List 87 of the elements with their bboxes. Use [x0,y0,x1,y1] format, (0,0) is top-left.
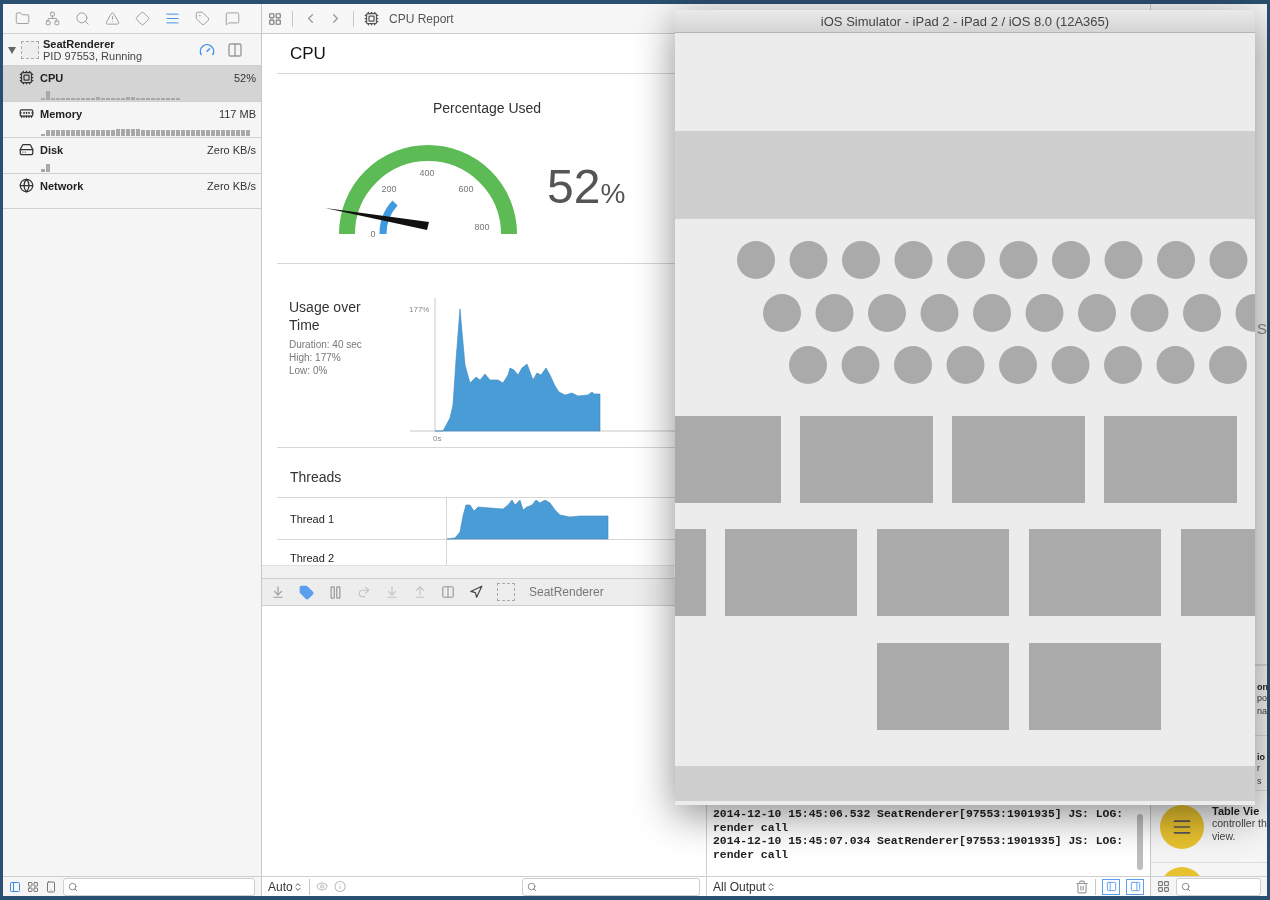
inspector-text: S [1257,320,1267,337]
gauge-title: Percentage Used [431,99,543,116]
percentage-value: 52 [547,159,601,214]
gauge-name: Disk [40,143,64,156]
output-filter-popup[interactable]: All Output [713,879,776,894]
gauge-tick-label: 0 [370,229,376,238]
scrollbar[interactable] [1137,814,1143,870]
gauge-row[interactable]: Disk Zero KB/s [3,137,261,173]
stepper-icon [765,881,776,892]
axis-label: 0s [433,434,442,443]
memory-icon [19,106,34,121]
gauge-tick-label: 200 [381,184,397,194]
process-name: SeatRenderer [43,37,116,50]
breadcrumb-item[interactable]: CPU Report [389,11,454,26]
cpu-icon [364,11,379,26]
percentage-unit: % [600,178,626,210]
library-item-title: on [1257,682,1267,692]
network-icon [19,178,34,193]
splitter-bar[interactable] [262,565,674,578]
left-panel-button[interactable] [1102,878,1120,895]
stepper-icon [292,881,303,892]
grid-icon[interactable] [27,880,39,893]
search-icon [68,881,78,892]
console-log-line: 2014-12-10 15:45:07.034 SeatRenderer[97553:1901935] JS: LOG: render call [713,835,1125,862]
library-item-description: po [1257,692,1267,705]
step-over-icon[interactable] [357,585,371,599]
library-item-title: Table Vie [1212,805,1261,817]
disclosure-triangle-icon[interactable] [7,44,17,55]
view-hierarchy-icon[interactable] [441,585,455,599]
console-log-line: 2014-12-10 15:45:06.532 SeatRenderer[97553:1901935] JS: LOG: render call [713,808,1125,835]
step-in-icon[interactable] [385,585,399,599]
gauge-row[interactable]: Network Zero KB/s [3,173,261,209]
search-icon [527,881,537,892]
app-icon [21,40,39,59]
gauge-value-arc [379,200,398,235]
pause-icon[interactable] [328,584,343,600]
gauge-row[interactable]: CPU 52% [3,65,261,101]
eye-icon[interactable] [315,880,328,893]
console-toggle-icon[interactable] [271,585,285,599]
grid-icon[interactable] [268,11,282,26]
usage-stat: Duration: 40 sec [289,338,363,351]
debug-process-name[interactable]: SeatRenderer [529,585,604,599]
window-title: iOS Simulator - iPad 2 - iPad 2 / iOS 8.0 (12A365) [820,13,1110,29]
library-item-icon [1160,805,1204,849]
library-item-description: s [1257,774,1263,787]
trash-icon[interactable] [1075,879,1089,894]
panel-icon[interactable] [9,880,21,893]
usage-stat: Low: 0% [289,364,329,377]
filter-field[interactable] [63,877,255,896]
filter-field[interactable] [522,877,700,896]
scope-popup[interactable]: Auto [268,879,303,894]
grid-icon[interactable] [1157,880,1170,893]
process-status: PID 97553, Running [43,49,144,62]
axis-label: 177% [409,305,430,314]
device-icon[interactable] [45,880,57,893]
split-icon[interactable] [227,41,243,58]
cpu-icon [19,70,34,85]
gauge-value: 117 MB [218,107,256,120]
search-icon [1181,881,1191,892]
library-item-description: r [1257,762,1261,775]
filter-field[interactable] [1176,877,1261,896]
step-out-icon[interactable] [413,585,427,599]
gauge-tick-label: 800 [474,222,490,232]
breakpoints-icon[interactable] [299,584,314,600]
library-item-title: io [1257,752,1265,762]
thread-name: Thread 2 [290,552,335,564]
gauge-name: CPU [40,71,64,84]
gauge-tick-label: 600 [458,184,474,194]
info-icon[interactable] [333,880,346,893]
gauge-name: Network [40,179,84,192]
library-item-description: controller th [1212,817,1267,830]
location-icon[interactable] [469,585,483,599]
gauge-row[interactable]: Memory 117 MB [3,101,261,137]
app-icon [497,583,515,601]
gauge-tick-label: 400 [419,168,435,178]
right-panel-button[interactable] [1126,878,1144,895]
sparkline-drawing [41,162,51,172]
library-item-description: view. [1212,829,1237,842]
usage-stat: High: 177% [289,351,342,364]
gauge-value: Zero KB/s [207,143,256,156]
library-item-description: na [1257,704,1267,717]
thread-name: Thread 1 [290,512,335,525]
gauge-name: Memory [40,107,83,120]
gauge-value: 52% [233,71,256,84]
usage-title: Usage over Time [289,298,362,334]
gauge-icon[interactable] [199,41,215,58]
gauge-value: Zero KB/s [207,179,256,192]
